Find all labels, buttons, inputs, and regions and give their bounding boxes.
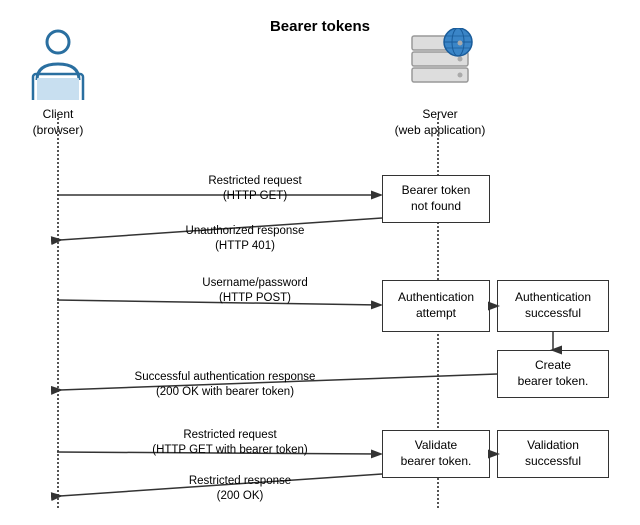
auth-attempt-box: Authenticationattempt: [382, 280, 490, 332]
restricted-response-label: Restricted response (200 OK): [130, 474, 350, 504]
successful-auth-response-label: Successful authentication response (200 …: [80, 370, 370, 400]
server-label: Server (web application): [390, 107, 490, 138]
client-vline: [57, 118, 59, 508]
restricted-request-bearer-label: Restricted request (HTTP GET with bearer…: [100, 428, 360, 458]
server-icon: Server (web application): [390, 28, 490, 138]
auth-successful-box: Authenticationsuccessful: [497, 280, 609, 332]
create-bearer-box: Createbearer token.: [497, 350, 609, 398]
diagram-container: Bearer tokens Client (browser): [0, 0, 640, 525]
username-password-label: Username/password (HTTP POST): [160, 276, 350, 306]
restricted-request-label: Restricted request (HTTP GET): [160, 174, 350, 204]
bearer-not-found-box: Bearer tokennot found: [382, 175, 490, 223]
validation-successful-box: Validationsuccessful: [497, 430, 609, 478]
validate-bearer-box: Validatebearer token.: [382, 430, 490, 478]
unauthorized-response-label: Unauthorized response (HTTP 401): [140, 224, 350, 254]
